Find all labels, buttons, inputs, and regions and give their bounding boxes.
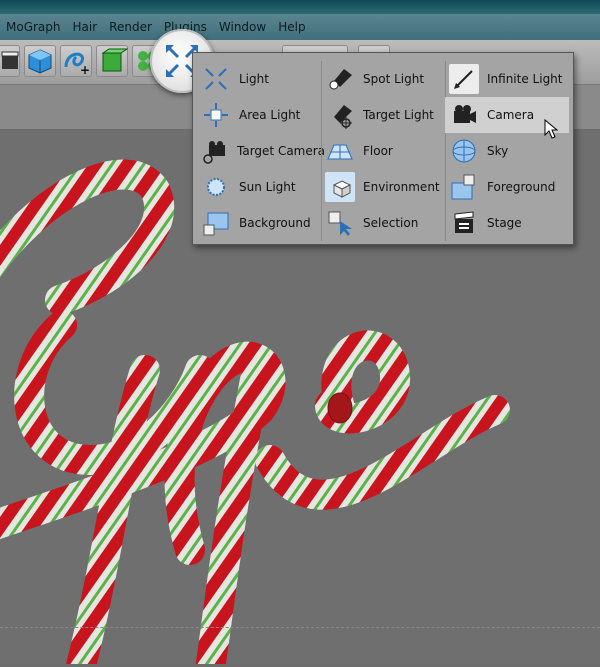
mouse-cursor-icon xyxy=(544,118,559,142)
light-object-menu: Light Area Light Target Camera Sun Light… xyxy=(192,52,574,245)
spot-light-icon xyxy=(325,64,355,94)
menu-mograph[interactable]: MoGraph xyxy=(0,20,67,34)
menu-item-sun-light[interactable]: Sun Light xyxy=(197,169,321,205)
menu-item-floor[interactable]: Floor xyxy=(321,133,445,169)
menu-bar: MoGraph Hair Render Plugins Window Help xyxy=(0,14,600,40)
viewport-guide-line xyxy=(0,627,600,628)
menu-hair[interactable]: Hair xyxy=(67,20,104,34)
menu-item-environment[interactable]: Environment xyxy=(321,169,445,205)
svg-text:+: + xyxy=(80,63,90,77)
cube-icon[interactable] xyxy=(24,45,56,77)
title-bar xyxy=(0,0,600,14)
omni-light-icon xyxy=(201,64,231,94)
menu-item-spot-light[interactable]: Spot Light xyxy=(321,61,445,97)
area-light-icon xyxy=(201,100,231,130)
sky-icon xyxy=(449,136,479,166)
menu-item-stage[interactable]: Stage xyxy=(445,205,569,241)
menu-item-target-light[interactable]: Target Light xyxy=(321,97,445,133)
menu-column-3: Infinite Light Camera Sky Foreground Sta… xyxy=(445,61,569,241)
nurbs-cube-icon[interactable] xyxy=(96,45,129,77)
menu-item-target-camera[interactable]: Target Camera xyxy=(197,133,325,169)
spline-pen-icon[interactable]: + xyxy=(60,45,92,77)
background-icon xyxy=(201,208,231,238)
selection-icon xyxy=(325,208,355,238)
target-light-icon xyxy=(325,100,355,130)
film-clapper-icon[interactable] xyxy=(0,45,20,77)
menu-help[interactable]: Help xyxy=(272,20,311,34)
menu-render[interactable]: Render xyxy=(103,20,158,34)
target-camera-icon xyxy=(201,136,229,166)
foreground-icon xyxy=(449,172,479,202)
menu-window[interactable]: Window xyxy=(213,20,272,34)
environment-icon xyxy=(325,172,355,202)
menu-item-background[interactable]: Background xyxy=(197,205,321,241)
menu-item-selection[interactable]: Selection xyxy=(321,205,445,241)
stage-icon xyxy=(449,208,479,238)
floor-icon xyxy=(325,136,355,166)
camera-icon xyxy=(449,100,479,130)
menu-item-area-light[interactable]: Area Light xyxy=(197,97,321,133)
menu-item-infinite-light[interactable]: Infinite Light xyxy=(445,61,569,97)
menu-item-foreground[interactable]: Foreground xyxy=(445,169,569,205)
menu-column-1: Light Area Light Target Camera Sun Light… xyxy=(197,61,325,241)
menu-column-2: Spot Light Target Light Floor Environmen… xyxy=(321,61,445,241)
sun-light-icon xyxy=(201,172,231,202)
infinite-light-icon xyxy=(449,64,479,94)
menu-item-light[interactable]: Light xyxy=(197,61,321,97)
